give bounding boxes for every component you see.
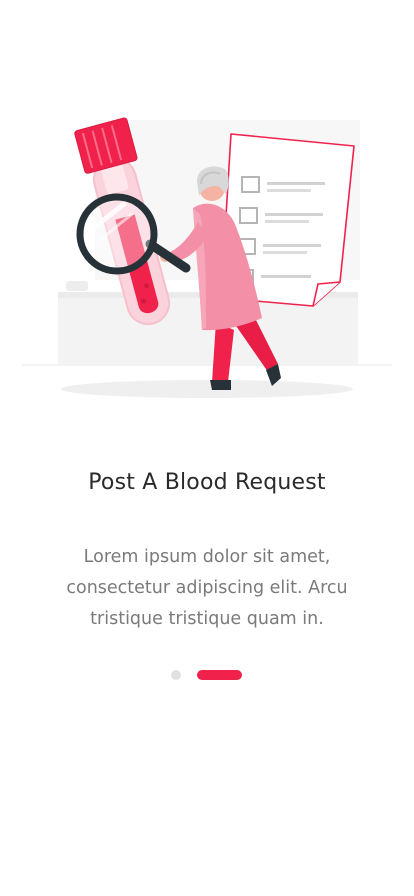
page-dot-2-active[interactable] <box>197 670 242 680</box>
blood-test-illustration <box>22 117 392 398</box>
onboarding-screen: Post A Blood Request Lorem ipsum dolor s… <box>0 0 414 896</box>
page-dot-1[interactable] <box>171 670 181 680</box>
page-indicator <box>171 670 242 680</box>
onboarding-title: Post A Blood Request <box>88 470 326 495</box>
onboarding-description: Lorem ipsum dolor sit amet, consectetur … <box>66 547 348 629</box>
